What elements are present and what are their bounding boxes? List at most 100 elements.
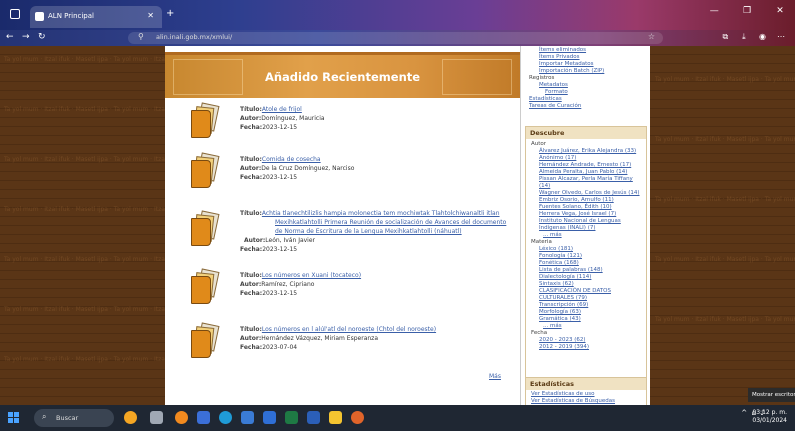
clock-time: 03:12 p. m. [752, 409, 787, 416]
facet-link[interactable]: (14) [539, 183, 550, 189]
facet-link[interactable]: Anónimo (17) [539, 155, 576, 161]
record-title-link[interactable]: Comida de cosecha [262, 156, 321, 163]
search-placeholder: Buscar [56, 414, 79, 422]
record-title-link[interactable]: Atole de frijol [262, 106, 302, 113]
sidebar-link[interactable]: Importación Batch (ZIP) [539, 68, 604, 74]
facet-link[interactable]: Instituto Nacional de Lenguas [539, 218, 621, 224]
record-title-link[interactable]: Los números en Xuani (tocateco) [262, 272, 361, 279]
facet-link[interactable]: Morfología (63) [539, 309, 581, 315]
facet-link[interactable]: Léxico (181) [539, 246, 573, 252]
background-pattern-text: Ta yol mum · Itzal ifuk · Masetl ijpa · … [655, 256, 795, 263]
record-date: Fecha:2023-07-04 [240, 344, 298, 351]
record-title: Título:Comida de cosecha [240, 156, 321, 163]
facet-link[interactable]: Álvarez Juárez, Erika Alejandra (33) [539, 148, 636, 154]
close-window-button[interactable]: ✕ [765, 6, 795, 16]
materia-label: Materia [531, 239, 552, 245]
sidebar-link[interactable]: Ver Estadísticas de uso [531, 391, 595, 397]
sidebar-link[interactable]: Importar Metadatos [539, 61, 594, 67]
search-icon: ⌕ [42, 412, 47, 421]
word-doc-icon[interactable] [307, 411, 320, 424]
record-date: Fecha:2023-12-15 [240, 174, 298, 181]
downloads-icon[interactable]: ⤓ [736, 32, 752, 42]
more-link[interactable]: Más [489, 373, 501, 380]
app-icon[interactable] [175, 411, 188, 424]
facet-link[interactable]: CLASIFICACIÓN DE DATOS [539, 288, 611, 294]
favorite-star-icon[interactable]: ☆ [648, 32, 655, 41]
facet-link[interactable]: Fonología (121) [539, 253, 582, 259]
record-author: Autor:Hernández Vázquez, Miriam Esperanz… [240, 335, 378, 342]
excel-icon[interactable] [285, 411, 298, 424]
sidebar-link[interactable]: Ítems Privados [539, 54, 580, 60]
record-author: Autor:Ramírez, Cipriano [240, 281, 315, 288]
record-title-link[interactable]: Los números en l alúl'atl del noroeste (… [262, 326, 436, 333]
file-explorer-icon[interactable] [329, 411, 342, 424]
weather-widget-icon[interactable] [124, 411, 137, 424]
sidebar-link[interactable]: Formato [545, 89, 568, 95]
minimize-button[interactable]: — [699, 6, 729, 16]
edge-browser-icon[interactable] [219, 411, 232, 424]
facet-link[interactable]: CULTURALES (79) [539, 295, 587, 301]
tab-title: ALN Principal [48, 12, 94, 20]
sidebar-link[interactable]: Tareas de Curación [529, 103, 581, 109]
sidebar: Ítems eliminados Ítems Privados Importar… [520, 46, 650, 411]
facet-link[interactable]: Embriz Osorio, Arnulfo (11) [539, 197, 614, 203]
menu-icon[interactable]: ⋯ [773, 32, 789, 41]
tab-close-icon[interactable]: ✕ [147, 11, 154, 20]
browser-toolbar: ← → ↻ ⚲ alin.inali.gob.mx/xmlui/ ☆ ⧉ ⤓ ◉… [0, 30, 795, 46]
facet-link[interactable]: Hernández Andrade, Ernesto (17) [539, 162, 631, 168]
start-button[interactable] [8, 412, 19, 423]
more-materias-link[interactable]: ... más [543, 323, 562, 329]
facet-link[interactable]: 2012 - 2019 (394) [539, 344, 589, 350]
window-controls: — ❐ ✕ [699, 6, 795, 16]
facet-link[interactable]: Fonética (168) [539, 260, 579, 266]
forward-icon[interactable]: → [22, 32, 30, 42]
sidebar-link[interactable]: Ver Estadísticas de Búsquedas [531, 398, 615, 404]
facet-link[interactable]: Gramática (43) [539, 316, 581, 322]
site-info-icon[interactable]: ⚲ [138, 32, 144, 41]
record-title: Título:Los números en l alúl'atl del nor… [240, 326, 437, 333]
word-icon[interactable] [263, 411, 276, 424]
facet-link[interactable]: 2020 - 2023 (62) [539, 337, 586, 343]
sidebar-link[interactable]: Ítems eliminados [539, 47, 586, 53]
profile-icon[interactable]: ◉ [754, 32, 770, 41]
facet-link[interactable]: Herrera Vega, José Israel (7) [539, 211, 616, 217]
facet-link[interactable]: Dialectología (114) [539, 274, 591, 280]
tab-actions-icon[interactable] [10, 9, 20, 19]
restore-button[interactable]: ❐ [732, 6, 762, 16]
facet-link[interactable]: Lista de palabras (148) [539, 267, 603, 273]
store-icon[interactable] [241, 411, 254, 424]
app-icon[interactable] [197, 411, 210, 424]
chevron-up-icon[interactable]: ^ [741, 409, 747, 417]
registros-label: Registros [529, 75, 555, 81]
book-icon [189, 322, 221, 360]
refresh-icon[interactable]: ↻ [38, 32, 46, 42]
taskbar: ⌕ Buscar ^ ⌂ ♪ 03:12 p. m. 03/01/2024 [0, 405, 795, 431]
sidebar-link[interactable]: Estadísticas [529, 96, 562, 102]
background-pattern-text: Ta yol mum · Itzal ifuk · Masetl ijpa · … [655, 196, 795, 203]
show-desktop-tooltip: Mostrar escritorio [748, 388, 795, 402]
back-icon[interactable]: ← [6, 32, 14, 42]
record-title-link[interactable]: Achtia tlanechtilizlis hampia molonectia… [262, 210, 500, 217]
estadisticas-title: Estadísticas [526, 378, 646, 390]
record-date: Fecha:2023-12-15 [240, 290, 298, 297]
browser-tab-strip: ALN Principal ✕ + — ❐ ✕ [0, 0, 795, 30]
facet-link[interactable]: Fuentes Solano, Édith (10) [539, 204, 612, 210]
firefox-icon[interactable] [351, 411, 364, 424]
clock[interactable]: 03:12 p. m. 03/01/2024 [752, 409, 787, 425]
autor-label: Autor [531, 141, 547, 147]
facet-link[interactable]: Almeida Peralta, Juan Pablo (14) [539, 169, 627, 175]
new-tab-button[interactable]: + [166, 8, 174, 19]
facet-link[interactable]: Wagner Olvedo, Carlos de Jesús (14) [539, 190, 640, 196]
sidebar-link[interactable]: Metadatos [539, 82, 568, 88]
facet-link[interactable]: Sintaxis (62) [539, 281, 574, 287]
facet-link[interactable]: Indígenas (INALI) (7) [539, 225, 596, 231]
task-view-icon[interactable] [150, 411, 163, 424]
extensions-icon[interactable]: ⧉ [717, 32, 733, 42]
taskbar-search[interactable]: ⌕ Buscar [34, 409, 114, 427]
tab-aln-principal[interactable]: ALN Principal ✕ [30, 6, 162, 28]
more-autores-link[interactable]: ... más [543, 232, 562, 238]
facet-link[interactable]: Transcripción (69) [539, 302, 588, 308]
favicon-icon [35, 12, 44, 21]
address-bar[interactable]: ⚲ alin.inali.gob.mx/xmlui/ ☆ [128, 32, 663, 44]
facet-link[interactable]: Pissan Alcazar, Perla María Tiffany [539, 176, 633, 182]
